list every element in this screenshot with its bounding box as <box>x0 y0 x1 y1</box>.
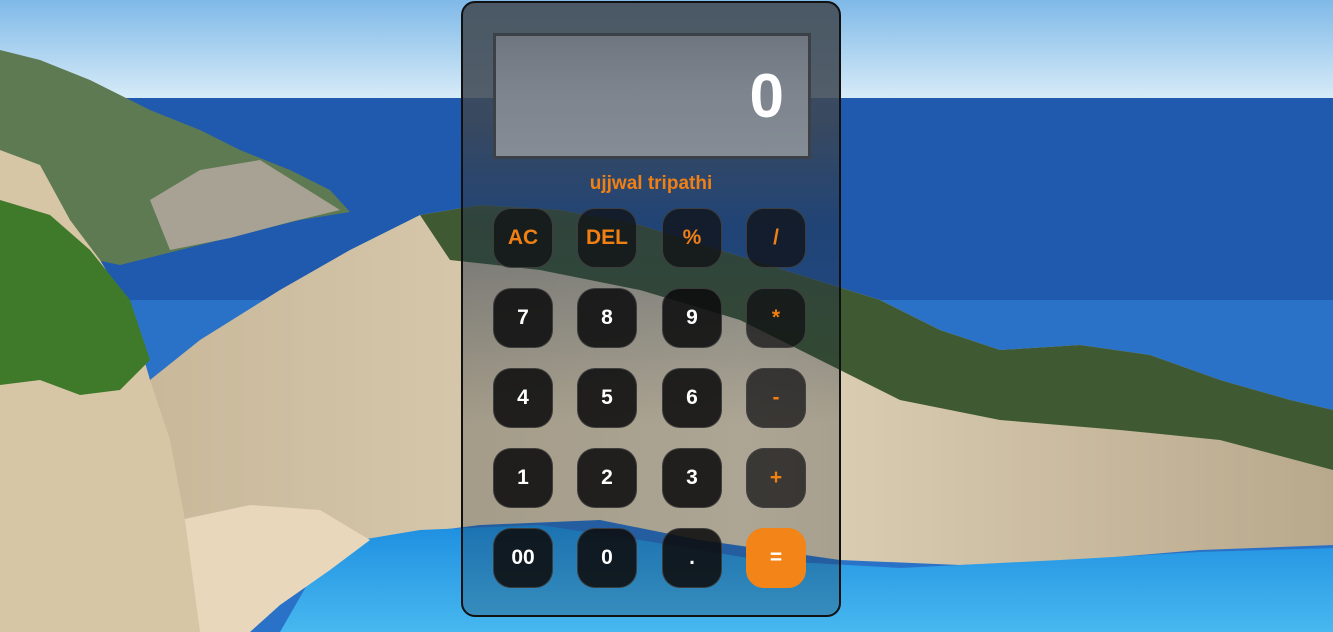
display-value: 0 <box>749 62 784 131</box>
digit-7-button[interactable]: 7 <box>493 288 553 348</box>
delete-button[interactable]: DEL <box>577 208 637 268</box>
clear-button[interactable]: AC <box>493 208 553 268</box>
equals-button[interactable]: = <box>746 528 806 588</box>
digit-5-button[interactable]: 5 <box>577 368 637 428</box>
add-button[interactable]: + <box>746 448 806 508</box>
multiply-button[interactable]: * <box>746 288 806 348</box>
decimal-button[interactable]: . <box>662 528 722 588</box>
digit-0-button[interactable]: 0 <box>577 528 637 588</box>
calculator: 0 ujjwal tripathi AC DEL%/7 8 9 * 4 5 6-1 2 3 +00 0… <box>461 1 841 617</box>
digit-8-button[interactable]: 8 <box>577 288 637 348</box>
double-zero-button[interactable]: 00 <box>493 528 553 588</box>
subtract-button[interactable]: - <box>746 368 806 428</box>
percent-button[interactable]: % <box>662 208 722 268</box>
digit-4-button[interactable]: 4 <box>493 368 553 428</box>
digit-2-button[interactable]: 2 <box>577 448 637 508</box>
digit-9-button[interactable]: 9 <box>662 288 722 348</box>
keypad: AC DEL%/7 8 9 * 4 5 6-1 2 3 +00 0. = <box>493 208 809 602</box>
digit-1-button[interactable]: 1 <box>493 448 553 508</box>
digit-6-button[interactable]: 6 <box>662 368 722 428</box>
divide-button[interactable]: / <box>746 208 806 268</box>
author-name: ujjwal tripathi <box>589 173 713 194</box>
digit-3-button[interactable]: 3 <box>662 448 722 508</box>
calculator-display: 0 <box>493 33 811 159</box>
